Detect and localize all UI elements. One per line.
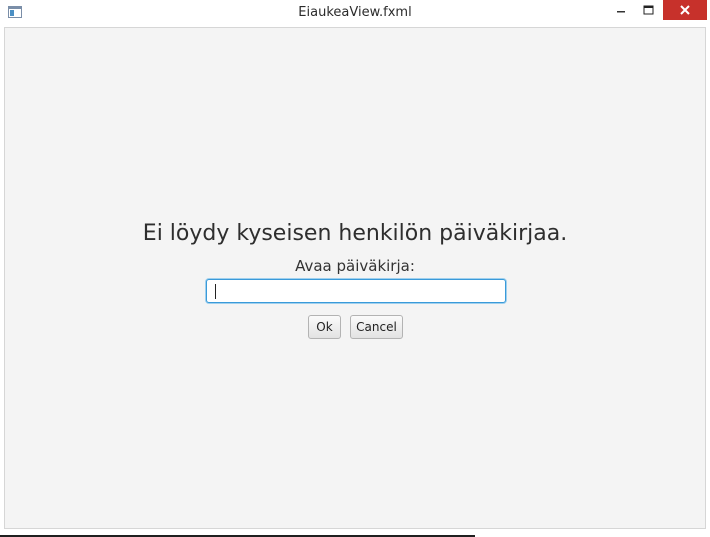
open-diary-label: Avaa päiväkirja: <box>295 257 415 275</box>
text-caret <box>215 284 216 299</box>
not-found-message: Ei löydy kyseisen henkilön päiväkirjaa. <box>142 221 568 246</box>
application-window: EiaukeaView.fxml Ei löydy kyseisen henki… <box>0 0 710 537</box>
minimize-button[interactable] <box>607 0 635 20</box>
maximize-button[interactable] <box>635 0 661 20</box>
diary-name-input[interactable] <box>206 279 506 303</box>
title-bar[interactable]: EiaukeaView.fxml <box>0 0 710 27</box>
ok-button[interactable]: Ok <box>308 315 341 339</box>
window-title: EiaukeaView.fxml <box>298 5 412 20</box>
maximize-icon <box>643 5 653 15</box>
content-pane: Ei löydy kyseisen henkilön päiväkirjaa. … <box>4 27 706 529</box>
minimize-icon <box>617 11 625 13</box>
close-button[interactable] <box>663 0 707 20</box>
cancel-button[interactable]: Cancel <box>350 315 403 339</box>
close-icon <box>680 5 690 15</box>
